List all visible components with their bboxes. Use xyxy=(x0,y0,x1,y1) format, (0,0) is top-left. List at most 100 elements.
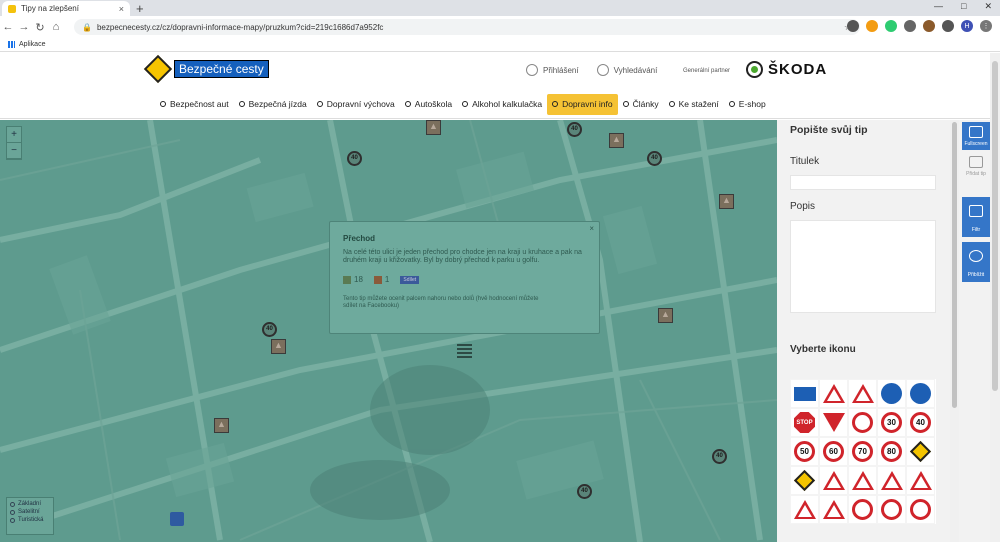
locate-button[interactable]: Přiblížit xyxy=(962,242,990,282)
forward-icon[interactable]: → xyxy=(16,21,32,33)
browser-tab[interactable]: Tipy na zlepšení × xyxy=(2,1,130,16)
icon-option[interactable]: 60 xyxy=(819,437,848,466)
map-type-option[interactable]: Satelitní xyxy=(10,509,50,515)
icon-option[interactable] xyxy=(848,408,877,437)
warning-marker-icon[interactable] xyxy=(271,339,286,354)
nav-item-eshop[interactable]: E-shop xyxy=(724,94,771,115)
speed-limit-marker[interactable]: 40 xyxy=(712,449,727,464)
icon-option[interactable] xyxy=(877,379,906,408)
icon-option[interactable] xyxy=(906,495,935,524)
close-window-button[interactable]: ✕ xyxy=(984,1,992,12)
site-logo[interactable]: Bezpečné cesty xyxy=(143,54,269,84)
radio-icon xyxy=(10,517,15,523)
search-link[interactable]: Vyhledávání xyxy=(596,64,657,76)
icon-option[interactable] xyxy=(877,466,906,495)
bookmark-apps[interactable]: Aplikace xyxy=(19,41,45,48)
nav-item-bezpecna-jizda[interactable]: Bezpečná jízda xyxy=(234,94,312,115)
thumbs-up-button[interactable]: 18 xyxy=(343,275,363,284)
extension-icon[interactable] xyxy=(885,20,897,32)
warning-icon xyxy=(851,471,874,490)
parking-marker-icon[interactable] xyxy=(170,512,184,526)
map-canvas[interactable]: + − 40 40 40 40 40 40 × Přechod Na celé … xyxy=(0,120,777,542)
icon-option[interactable] xyxy=(790,466,819,495)
home-icon[interactable]: ⌂ xyxy=(48,21,64,33)
icon-option[interactable] xyxy=(848,379,877,408)
warning-marker-icon[interactable] xyxy=(719,194,734,209)
icon-option[interactable] xyxy=(819,379,848,408)
camera-icon[interactable] xyxy=(904,20,916,32)
icon-option[interactable] xyxy=(848,466,877,495)
page-scrollbar-thumb[interactable] xyxy=(992,61,998,391)
add-tip-button[interactable]: Přidat tip xyxy=(962,152,990,180)
panel-scrollbar[interactable] xyxy=(950,120,959,542)
profile-avatar[interactable]: H xyxy=(961,20,973,32)
icon-option[interactable]: 40 xyxy=(906,408,935,437)
speed-limit-marker[interactable]: 40 xyxy=(567,122,582,137)
minimize-button[interactable]: — xyxy=(934,1,943,12)
icon-option[interactable] xyxy=(819,466,848,495)
icon-option[interactable]: 50 xyxy=(790,437,819,466)
bullet-icon xyxy=(728,101,735,107)
icon-option[interactable] xyxy=(819,408,848,437)
new-tab-button[interactable]: + xyxy=(136,1,144,16)
nav-item-clanky[interactable]: Články xyxy=(618,94,664,115)
title-input[interactable] xyxy=(790,175,936,190)
close-popup-icon[interactable]: × xyxy=(589,224,594,233)
map-type-option[interactable]: Základní xyxy=(10,501,50,507)
nav-item-dopravni-vychova[interactable]: Dopravní výchova xyxy=(312,94,400,115)
reload-icon[interactable]: ↻ xyxy=(32,21,48,34)
nav-item-ke-stazeni[interactable]: Ke stažení xyxy=(664,94,724,115)
icon-option[interactable] xyxy=(906,379,935,408)
speed-limit-marker[interactable]: 40 xyxy=(262,322,277,337)
favicon-icon xyxy=(8,4,16,13)
popup-note: Tento tip můžete ocenit palcem nahoru ne… xyxy=(343,296,539,309)
icon-option[interactable] xyxy=(790,379,819,408)
icon-option[interactable] xyxy=(906,437,935,466)
nav-item-autoskola[interactable]: Autoškola xyxy=(400,94,457,115)
fullscreen-button[interactable]: Fullscreen xyxy=(962,122,990,150)
rss-icon[interactable] xyxy=(866,20,878,32)
puzzle-icon[interactable] xyxy=(942,20,954,32)
map-type-option[interactable]: Turistická xyxy=(10,517,50,523)
filter-button[interactable]: Filtr xyxy=(962,197,990,237)
warning-marker-icon[interactable] xyxy=(426,120,441,135)
bullet-icon xyxy=(622,101,629,107)
thumbs-down-button[interactable]: 1 xyxy=(373,275,389,284)
scrollbar-thumb[interactable] xyxy=(952,122,957,408)
icon-option[interactable]: 80 xyxy=(877,437,906,466)
icon-option[interactable]: 30 xyxy=(877,408,906,437)
nav-item-alkohol-kalkulacka[interactable]: Alkohol kalkulačka xyxy=(457,94,547,115)
crosswalk-marker-icon[interactable] xyxy=(457,344,472,358)
icon-option[interactable] xyxy=(906,466,935,495)
speed-limit-marker[interactable]: 40 xyxy=(647,151,662,166)
nav-item-dopravni-info[interactable]: Dopravní info xyxy=(547,93,618,115)
speed-limit-marker[interactable]: 40 xyxy=(347,151,362,166)
url-field[interactable]: 🔒 bezpecnecesty.cz/cz/dopravni-informace… xyxy=(74,19,860,35)
warning-marker-icon[interactable] xyxy=(214,418,229,433)
menu-icon[interactable]: ⋮ xyxy=(980,20,992,32)
back-icon[interactable]: ← xyxy=(0,21,16,33)
description-field[interactable] xyxy=(790,220,936,313)
maximize-button[interactable]: □ xyxy=(961,1,966,12)
close-tab-icon[interactable]: × xyxy=(119,4,124,14)
warning-marker-icon[interactable] xyxy=(658,308,673,323)
icon-option[interactable] xyxy=(848,495,877,524)
speed-limit-marker[interactable]: 40 xyxy=(577,484,592,499)
icon-option[interactable] xyxy=(877,495,906,524)
login-link[interactable]: Přihlášení xyxy=(526,64,579,76)
icon-option[interactable]: STOP xyxy=(790,408,819,437)
icon-option[interactable] xyxy=(790,495,819,524)
icon-option[interactable]: 70 xyxy=(848,437,877,466)
page-scrollbar[interactable] xyxy=(990,53,1000,542)
extension-icon[interactable] xyxy=(847,20,859,32)
facebook-share-button[interactable]: Sdílet xyxy=(400,275,420,284)
icon-option[interactable] xyxy=(819,495,848,524)
map-type-label: Základní xyxy=(18,501,42,507)
zoom-in-button[interactable]: + xyxy=(7,127,21,143)
nav-item-bezpecnost-aut[interactable]: Bezpečnost aut xyxy=(155,94,234,115)
warning-marker-icon[interactable] xyxy=(609,133,624,148)
partner-logo[interactable]: ŠKODA xyxy=(746,61,827,78)
nav-label: Dopravní info xyxy=(562,99,613,109)
extension-icon[interactable] xyxy=(923,20,935,32)
zoom-out-button[interactable]: − xyxy=(7,143,21,159)
